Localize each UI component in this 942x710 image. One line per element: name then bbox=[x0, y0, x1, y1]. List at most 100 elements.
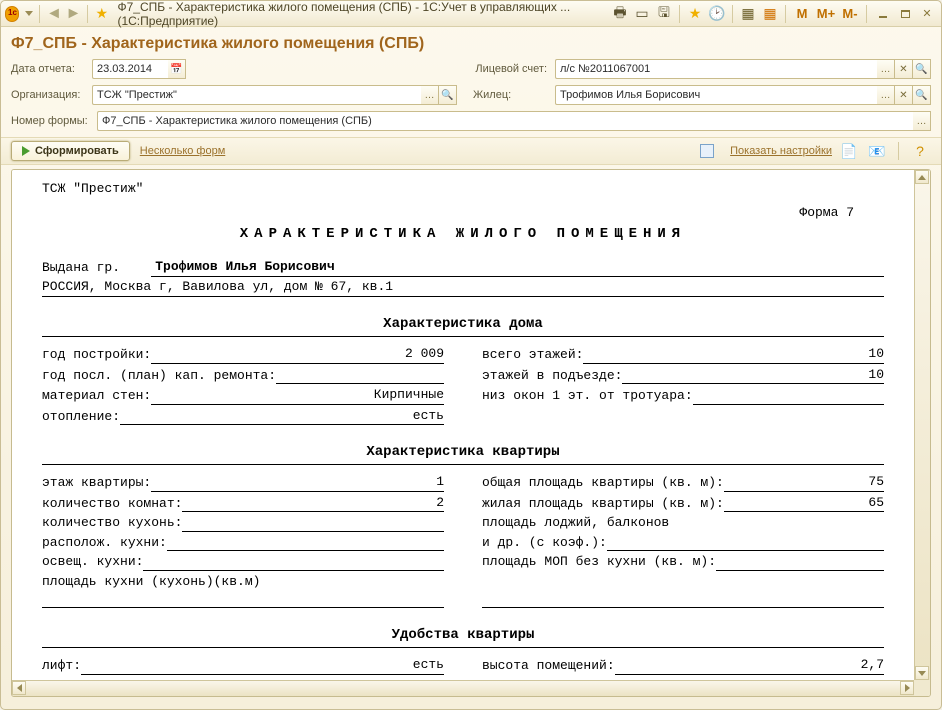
preview-icon[interactable]: ▭ bbox=[631, 4, 653, 24]
year-built-value: 2 009 bbox=[151, 345, 444, 364]
m-plus-button[interactable]: M+ bbox=[814, 4, 838, 23]
org-input[interactable]: ТСЖ "Престиж" bbox=[92, 85, 421, 105]
total-area-value: 75 bbox=[724, 473, 884, 492]
kitchen-light-value bbox=[143, 570, 444, 571]
multiple-forms-link[interactable]: Несколько форм bbox=[140, 145, 225, 157]
org-ellipsis-button[interactable]: … bbox=[421, 85, 439, 105]
maximize-button[interactable] bbox=[895, 5, 915, 23]
entrance-floors-value: 10 bbox=[622, 366, 884, 385]
formnum-label: Номер формы: bbox=[11, 115, 91, 127]
vertical-scrollbar[interactable] bbox=[914, 170, 930, 680]
play-icon bbox=[22, 146, 30, 156]
mop-area-value bbox=[716, 570, 884, 571]
kitchen-area-label: площадь кухни (кухонь)(кв.м) bbox=[42, 573, 260, 591]
app-menu-dropdown[interactable] bbox=[23, 6, 35, 22]
favorite-icon[interactable]: ★ bbox=[92, 4, 111, 24]
kitchen-loc-label: располож. кухни: bbox=[42, 534, 167, 552]
overhaul-label: год посл. (план) кап. ремонта: bbox=[42, 367, 276, 385]
height-label: высота помещений: bbox=[482, 657, 615, 675]
total-floors-label: всего этажей: bbox=[482, 346, 583, 364]
scroll-corner bbox=[914, 680, 930, 696]
favorite2-icon[interactable]: ★ bbox=[684, 4, 706, 24]
formnum-ellipsis-button[interactable]: … bbox=[913, 111, 931, 131]
settings-icon bbox=[700, 144, 714, 158]
rooms-label: количество комнат: bbox=[42, 495, 182, 513]
show-settings-link[interactable]: Показать настройки bbox=[730, 145, 832, 157]
org-search-button[interactable]: 🔍 bbox=[439, 85, 457, 105]
nav-fwd-button[interactable]: ► bbox=[64, 4, 83, 24]
height-value: 2,7 bbox=[615, 656, 884, 675]
export-icon[interactable]: 📄 bbox=[838, 141, 860, 161]
m-button[interactable]: M bbox=[790, 4, 814, 23]
formnum-input[interactable]: Ф7_СПБ - Характеристика жилого помещения… bbox=[97, 111, 913, 131]
tenant-input[interactable]: Трофимов Илья Борисович bbox=[555, 85, 877, 105]
living-area-value: 65 bbox=[724, 494, 884, 513]
close-button[interactable] bbox=[917, 5, 937, 23]
mop-area-label: площадь МОП без кухни (кв. м): bbox=[482, 553, 716, 571]
total-area-label: общая площадь квартиры (кв. м): bbox=[482, 474, 724, 492]
date-input[interactable]: 23.03.2014 bbox=[92, 59, 168, 79]
scroll-up-button[interactable] bbox=[915, 170, 929, 184]
issued-label: Выдана гр. bbox=[42, 259, 151, 277]
doc-title: ХАРАКТЕРИСТИКА ЖИЛОГО ПОМЕЩЕНИЯ bbox=[42, 225, 884, 244]
section-apt: Характеристика квартиры bbox=[42, 443, 884, 465]
doc-org: ТСЖ "Престиж" bbox=[42, 180, 884, 198]
send-icon[interactable]: 📧 bbox=[866, 141, 888, 161]
account-ellipsis-button[interactable]: … bbox=[877, 59, 895, 79]
scroll-right-button[interactable] bbox=[900, 681, 914, 695]
scroll-down-button[interactable] bbox=[915, 666, 929, 680]
year-built-label: год постройки: bbox=[42, 346, 151, 364]
date-calendar-button[interactable]: 📅 bbox=[168, 59, 186, 79]
apt-floor-label: этаж квартиры: bbox=[42, 474, 151, 492]
tenant-clear-button[interactable]: ✕ bbox=[895, 85, 913, 105]
tenant-label: Жилец: bbox=[473, 89, 549, 101]
document-viewport: ТСЖ "Престиж" Форма 7 ХАРАКТЕРИСТИКА ЖИЛ… bbox=[11, 169, 931, 697]
account-search-button[interactable]: 🔍 bbox=[913, 59, 931, 79]
window-bottom-label: низ окон 1 эт. от тротуара: bbox=[482, 387, 693, 405]
history-icon[interactable]: 🕑 bbox=[706, 4, 728, 24]
form-area: Дата отчета: 23.03.2014 📅 Лицевой счет: … bbox=[1, 59, 941, 131]
balcony-label: площадь лоджий, балконов bbox=[482, 514, 669, 532]
kitchen-loc-value bbox=[167, 550, 444, 551]
save-icon[interactable]: 🖫 bbox=[653, 4, 675, 24]
app-icon bbox=[5, 6, 19, 22]
wall-material-label: материал стен: bbox=[42, 387, 151, 405]
tenant-ellipsis-button[interactable]: … bbox=[877, 85, 895, 105]
window-title: Ф7_СПБ - Характеристика жилого помещения… bbox=[117, 0, 603, 28]
kitchens-label: количество кухонь: bbox=[42, 514, 182, 532]
document-body: ТСЖ "Престиж" Форма 7 ХАРАКТЕРИСТИКА ЖИЛ… bbox=[12, 170, 914, 680]
m-minus-button[interactable]: M- bbox=[838, 4, 862, 23]
section-house: Характеристика дома bbox=[42, 315, 884, 337]
balcony-label2: и др. (с коэф.): bbox=[482, 534, 607, 552]
generate-button[interactable]: Сформировать bbox=[11, 141, 130, 161]
entrance-floors-label: этажей в подъезде: bbox=[482, 367, 622, 385]
toolbar: Сформировать Несколько форм Показать нас… bbox=[1, 137, 941, 165]
total-floors-value: 10 bbox=[583, 345, 884, 364]
heating-label: отопление: bbox=[42, 408, 120, 426]
horizontal-scrollbar[interactable] bbox=[12, 680, 914, 696]
living-area-label: жилая площадь квартиры (кв. м): bbox=[482, 495, 724, 513]
nav-back-button[interactable]: ◄ bbox=[44, 4, 63, 24]
help-icon[interactable]: ? bbox=[909, 141, 931, 161]
address-line: РОССИЯ, Москва г, Вавилова ул, дом № 67,… bbox=[42, 278, 884, 298]
org-label: Организация: bbox=[11, 89, 86, 101]
kitchens-value bbox=[182, 531, 444, 532]
issued-value: Трофимов Илья Борисович bbox=[151, 258, 884, 277]
account-clear-button[interactable]: ✕ bbox=[895, 59, 913, 79]
minimize-button[interactable] bbox=[873, 5, 893, 23]
heating-value: есть bbox=[120, 407, 444, 426]
mop-area-value-line bbox=[482, 592, 884, 608]
wall-material-value: Кирпичные bbox=[151, 386, 444, 405]
calendar-icon[interactable]: ▦ bbox=[759, 4, 781, 24]
doc-form-number: Форма 7 bbox=[42, 204, 854, 222]
account-label: Лицевой счет: bbox=[475, 63, 547, 75]
date-label: Дата отчета: bbox=[11, 63, 86, 75]
overhaul-value bbox=[276, 383, 444, 384]
calculator-icon[interactable]: ▦ bbox=[737, 4, 759, 24]
generate-label: Сформировать bbox=[35, 145, 119, 157]
tenant-search-button[interactable]: 🔍 bbox=[913, 85, 931, 105]
scroll-left-button[interactable] bbox=[12, 681, 26, 695]
print-icon[interactable]: 🖶 bbox=[609, 4, 631, 24]
account-input[interactable]: л/с №2011067001 bbox=[555, 59, 877, 79]
apt-floor-value: 1 bbox=[151, 473, 444, 492]
